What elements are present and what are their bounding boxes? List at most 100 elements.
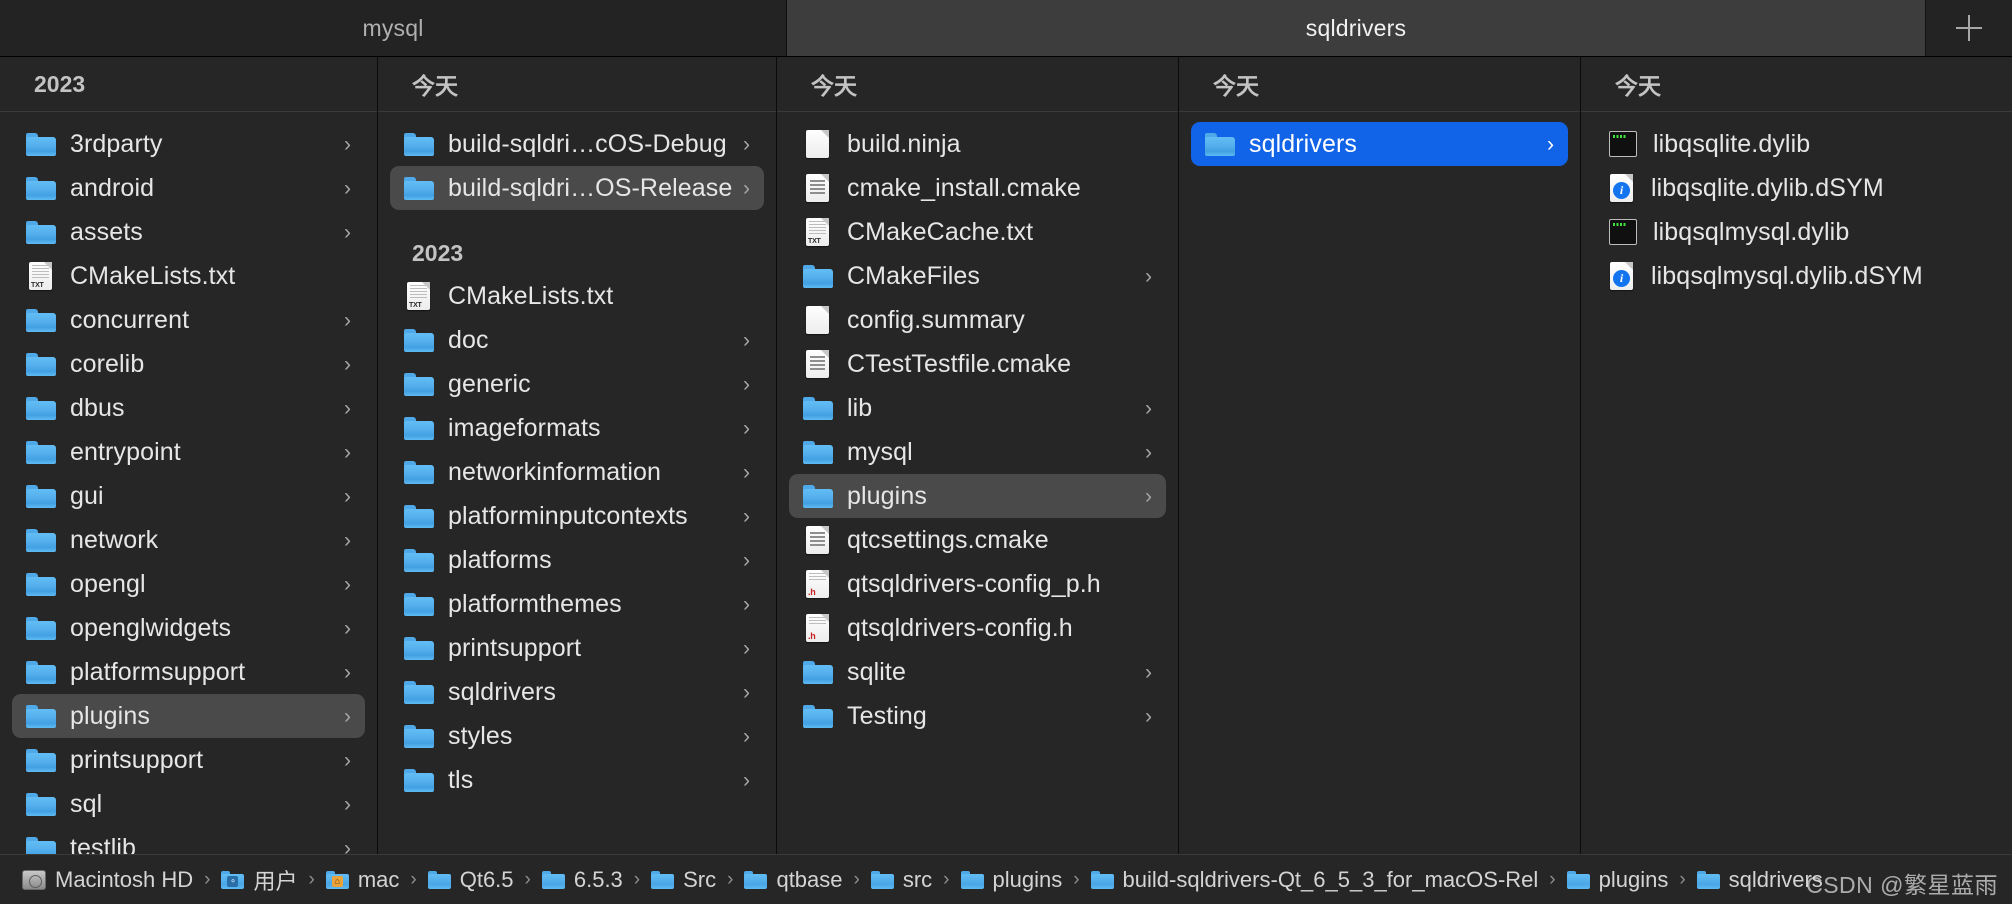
list-item-label: entrypoint — [70, 438, 336, 467]
tab-sqldrivers[interactable]: sqldrivers — [787, 0, 1926, 56]
list-item[interactable]: assets› — [12, 210, 365, 254]
folder-icon — [1205, 133, 1235, 156]
list-item[interactable]: CTestTestfile.cmake — [789, 342, 1166, 386]
column-5: 今天 libqsqlite.dylibilibqsqlite.dylib.dSY… — [1581, 57, 2012, 854]
list-item[interactable]: plugins› — [12, 694, 365, 738]
list-item[interactable]: sqldrivers› — [390, 670, 764, 714]
list-item[interactable]: build-sqldri…cOS-Debug› — [390, 122, 764, 166]
list-item[interactable]: tls› — [390, 758, 764, 802]
chevron-right-icon: › — [344, 354, 351, 375]
list-item[interactable]: .hqtsqldrivers-config_p.h — [789, 562, 1166, 606]
list-item[interactable]: ilibqsqlite.dylib.dSYM — [1593, 166, 2000, 210]
tab-mysql[interactable]: mysql — [0, 0, 787, 56]
chevron-right-icon: › — [1145, 266, 1152, 287]
path-item-label: 6.5.3 — [574, 867, 623, 893]
path-item-label: mac — [358, 867, 400, 893]
path-item[interactable]: plugins — [961, 867, 1063, 893]
folder-icon — [26, 705, 56, 728]
column-list[interactable]: build.ninjacmake_install.cmakeTXTCMakeCa… — [777, 112, 1178, 854]
list-item[interactable]: libqsqlmysql.dylib — [1593, 210, 2000, 254]
path-item[interactable]: Qt6.5 — [428, 867, 514, 893]
chevron-right-icon: › — [1547, 134, 1554, 155]
list-item-label: platformthemes — [448, 590, 735, 619]
list-item[interactable]: generic› — [390, 362, 764, 406]
list-item[interactable]: TXTCMakeCache.txt — [789, 210, 1166, 254]
list-item[interactable]: networkinformation› — [390, 450, 764, 494]
path-item[interactable]: sqldrivers — [1697, 867, 1823, 893]
folder-icon — [542, 871, 565, 889]
folder-icon — [26, 133, 56, 156]
path-item[interactable]: Src — [651, 867, 716, 893]
path-item[interactable]: qtbase — [744, 867, 842, 893]
path-separator: › — [943, 869, 949, 891]
list-item[interactable]: gui› — [12, 474, 365, 518]
list-item-label: opengl — [70, 570, 336, 599]
list-item-label: CTestTestfile.cmake — [847, 350, 1152, 379]
list-item[interactable]: config.summary — [789, 298, 1166, 342]
list-item[interactable]: TXTCMakeLists.txt — [390, 274, 764, 318]
folder-icon — [651, 871, 674, 889]
column-list[interactable]: 3rdparty›android›assets›TXTCMakeLists.tx… — [0, 112, 377, 854]
path-item[interactable]: build-sqldrivers-Qt_6_5_3_for_macOS-Rel — [1091, 867, 1539, 893]
path-item[interactable]: 6.5.3 — [542, 867, 623, 893]
list-item[interactable]: concurrent› — [12, 298, 365, 342]
list-item[interactable]: ilibqsqlmysql.dylib.dSYM — [1593, 254, 2000, 298]
list-item[interactable]: dbus› — [12, 386, 365, 430]
chevron-right-icon: › — [344, 398, 351, 419]
list-item[interactable]: build.ninja — [789, 122, 1166, 166]
list-item[interactable]: TXTCMakeLists.txt — [12, 254, 365, 298]
list-item[interactable]: platforminputcontexts› — [390, 494, 764, 538]
column-list[interactable]: libqsqlite.dylib ilibqsqlite.dylib.dSYMli… — [1581, 112, 2012, 854]
list-item[interactable]: CMakeFiles› — [789, 254, 1166, 298]
folder-icon — [26, 221, 56, 244]
list-item[interactable]: .hqtsqldrivers-config.h — [789, 606, 1166, 650]
list-item[interactable]: sqlite› — [789, 650, 1166, 694]
folder-icon — [428, 871, 451, 889]
list-item-label: plugins — [70, 702, 336, 731]
folder-icon — [803, 661, 833, 684]
list-item[interactable]: qtcsettings.cmake — [789, 518, 1166, 562]
list-item[interactable]: platformsupport› — [12, 650, 365, 694]
list-item[interactable]: platformthemes› — [390, 582, 764, 626]
list-item[interactable]: 3rdparty› — [12, 122, 365, 166]
list-item-label: lib — [847, 394, 1137, 423]
list-item[interactable]: libqsqlite.dylib — [1593, 122, 2000, 166]
list-item[interactable]: opengl› — [12, 562, 365, 606]
list-item[interactable]: sql› — [12, 782, 365, 826]
list-item[interactable]: imageformats› — [390, 406, 764, 450]
new-tab-button[interactable] — [1926, 0, 2012, 56]
list-item[interactable]: styles› — [390, 714, 764, 758]
list-item[interactable]: doc› — [390, 318, 764, 362]
path-item[interactable]: ⚬用户 — [221, 864, 297, 896]
list-item[interactable]: platforms› — [390, 538, 764, 582]
folder-icon — [404, 177, 434, 200]
list-item[interactable]: Testing› — [789, 694, 1166, 738]
list-item[interactable]: printsupport› — [390, 626, 764, 670]
path-item[interactable]: src — [871, 867, 932, 893]
column-2: 今天 build-sqldri…cOS-Debug›build-sqldri…O… — [378, 57, 777, 854]
column-list[interactable]: build-sqldri…cOS-Debug›build-sqldri…OS-R… — [378, 112, 776, 854]
path-item[interactable]: ⌂mac — [326, 867, 400, 893]
list-item-label: libqsqlite.dylib — [1653, 130, 1986, 159]
list-item[interactable]: testlib› — [12, 826, 365, 854]
column-list[interactable]: sqldrivers› — [1179, 112, 1580, 854]
list-item[interactable]: cmake_install.cmake — [789, 166, 1166, 210]
list-item[interactable]: openglwidgets› — [12, 606, 365, 650]
list-item[interactable]: mysql› — [789, 430, 1166, 474]
list-item[interactable]: network› — [12, 518, 365, 562]
list-item[interactable]: corelib› — [12, 342, 365, 386]
list-item[interactable]: android› — [12, 166, 365, 210]
folder-icon — [26, 661, 56, 684]
path-item[interactable]: plugins — [1567, 867, 1669, 893]
list-item[interactable]: printsupport› — [12, 738, 365, 782]
list-item[interactable]: build-sqldri…OS-Release› — [390, 166, 764, 210]
header-file-icon: .h — [806, 614, 829, 642]
chevron-right-icon: › — [743, 638, 750, 659]
list-item[interactable]: plugins› — [789, 474, 1166, 518]
list-item[interactable]: lib› — [789, 386, 1166, 430]
folder-icon — [26, 749, 56, 772]
list-item[interactable]: sqldrivers› — [1191, 122, 1568, 166]
list-item[interactable]: entrypoint› — [12, 430, 365, 474]
path-item[interactable]: Macintosh HD — [22, 867, 193, 893]
chevron-right-icon: › — [344, 618, 351, 639]
